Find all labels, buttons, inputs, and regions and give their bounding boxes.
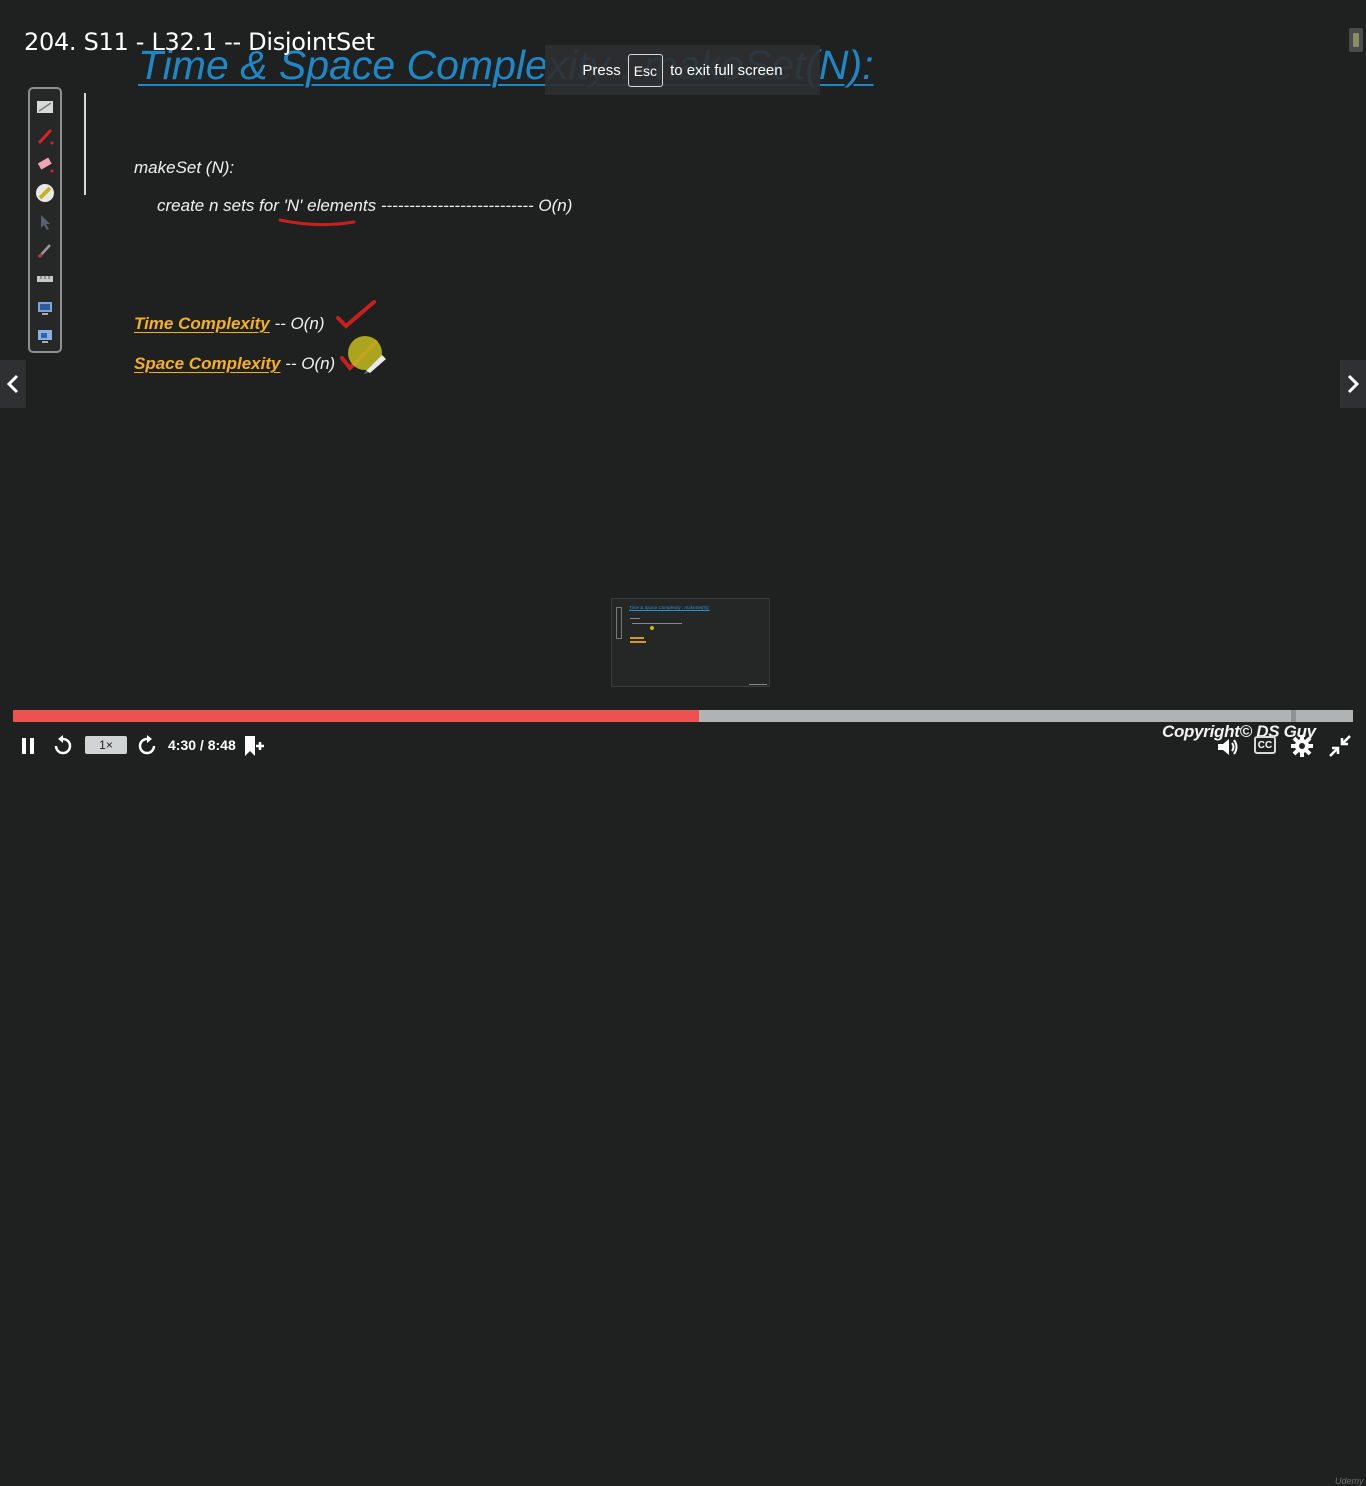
ruler-icon[interactable]	[34, 268, 56, 290]
eraser-icon[interactable]	[34, 153, 56, 175]
closed-captions-button[interactable]: CC	[1254, 736, 1276, 754]
forward-icon	[138, 735, 156, 755]
scroll-indicator-icon[interactable]	[1349, 28, 1363, 52]
current-time: 4:30	[168, 737, 197, 753]
red-ink-underline	[278, 218, 356, 227]
slide-divider	[84, 93, 86, 195]
pause-button[interactable]	[16, 736, 40, 756]
red-pen-icon[interactable]	[34, 125, 56, 147]
space-complexity-label: Space Complexity	[134, 354, 281, 373]
create-line-highlight: 'N' elements	[283, 196, 377, 215]
chevron-right-icon	[1347, 374, 1360, 394]
time-display: 4:30 / 8:48	[168, 737, 236, 753]
space-complexity-value: -- O(n)	[280, 354, 336, 373]
bookmark-add-icon	[245, 736, 264, 756]
rewind-icon	[54, 735, 72, 755]
chevron-left-icon	[6, 374, 19, 394]
red-check-icon	[336, 300, 376, 329]
screen-capture-icon[interactable]	[34, 297, 56, 319]
progress-marker	[1291, 710, 1296, 722]
whiteboard-icon[interactable]	[34, 96, 56, 118]
volume-button[interactable]	[1216, 736, 1240, 758]
time-complexity-label: Time Complexity	[134, 314, 270, 333]
udemy-watermark: Udemy	[1335, 1476, 1364, 1486]
previous-lecture-button[interactable]	[0, 360, 26, 408]
fullscreen-notice-rest: to exit full screen	[670, 61, 783, 79]
thumbnail-orange-text	[630, 641, 646, 643]
thumbnail-pointer	[650, 626, 654, 630]
next-lecture-button[interactable]	[1340, 360, 1366, 408]
duration: 8:48	[207, 737, 236, 753]
settings-button[interactable]	[1290, 734, 1314, 758]
space-complexity-line: Space Complexity -- O(n)	[134, 354, 335, 374]
gear-icon	[1291, 735, 1313, 757]
exit-fullscreen-button[interactable]	[1328, 734, 1352, 758]
highlighter-icon[interactable]	[34, 182, 56, 204]
seek-preview-thumbnail: Time & Space Complexity : makeSet(N):	[611, 598, 770, 687]
thumbnail-heading: Time & Space Complexity : makeSet(N):	[629, 605, 710, 610]
progress-played	[13, 710, 700, 722]
fullscreen-notice-press: Press	[582, 61, 621, 79]
create-line-dashes: ---------------------------	[376, 196, 539, 215]
time-complexity-value: -- O(n)	[269, 314, 325, 333]
pause-bar	[30, 738, 34, 754]
rewind-button[interactable]	[52, 735, 74, 757]
volume-icon	[1218, 739, 1238, 755]
playback-speed-button[interactable]: 1×	[85, 736, 127, 754]
make-set-label: makeSet (N):	[134, 158, 235, 177]
player-controls: 1× 4:30 / 8:48 CC Udemy	[0, 728, 1366, 1486]
create-line-result: O(n)	[538, 196, 573, 215]
fullscreen-notice: Press Esc to exit full screen	[545, 45, 820, 95]
create-line-prefix: create n sets for	[157, 196, 284, 215]
display-icon[interactable]	[34, 325, 56, 347]
exit-fullscreen-icon	[1329, 735, 1351, 757]
thumbnail-orange-text	[630, 637, 644, 639]
create-sets-line: create n sets for 'N' elements ---------…	[157, 196, 572, 216]
thumbnail-line	[630, 618, 640, 619]
pause-bar	[22, 738, 26, 754]
time-separator: /	[196, 737, 208, 753]
pointer-icon[interactable]	[34, 211, 56, 233]
marker-icon[interactable]	[34, 239, 56, 261]
thumbnail-line	[749, 684, 767, 685]
time-complexity-line: Time Complexity -- O(n)	[134, 314, 325, 334]
esc-key-label: Esc	[627, 53, 664, 87]
add-bookmark-button[interactable]	[240, 734, 266, 758]
lecture-title: 204. S11 - L32.1 -- DisjointSet	[24, 28, 375, 56]
thumbnail-line	[632, 623, 682, 624]
video-progress-bar[interactable]	[13, 710, 1353, 722]
pen-toolbar	[28, 87, 62, 353]
forward-button[interactable]	[136, 735, 158, 757]
thumbnail-toolbar	[616, 607, 622, 639]
pen-cursor-icon	[364, 355, 386, 374]
